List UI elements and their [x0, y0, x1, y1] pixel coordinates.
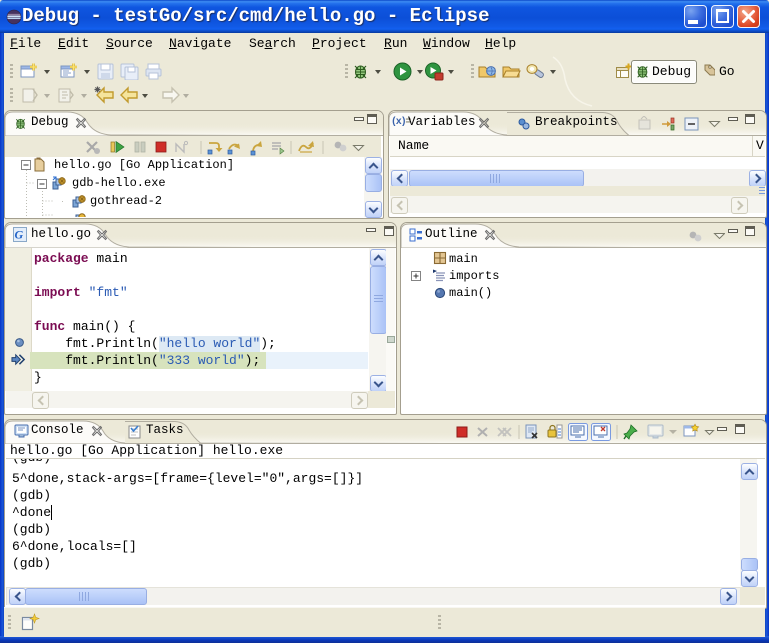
svg-text:G: G — [15, 228, 24, 242]
